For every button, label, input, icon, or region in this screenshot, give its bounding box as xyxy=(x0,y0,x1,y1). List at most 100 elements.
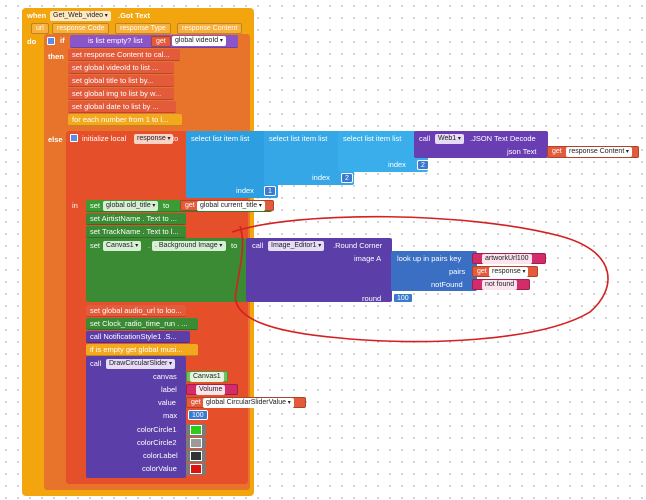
set-label-canvas: set xyxy=(90,241,101,250)
select-list-item-1-label: select list item list xyxy=(191,134,250,143)
else-label: else xyxy=(48,135,63,144)
set-track-name-label: set TrackName . Text to l... xyxy=(90,227,179,236)
then-row-0-label: set response Content to cal... xyxy=(72,50,170,59)
then-row-3-label: set global img to list by w... xyxy=(72,89,162,98)
current-title-dropdown[interactable]: global current_title xyxy=(197,201,265,211)
color-label-label: colorLabel xyxy=(143,451,178,460)
event-name: .Got Text xyxy=(118,11,150,20)
color-value-swatch[interactable] xyxy=(190,464,202,474)
if-is-empty-label: if is empty get global musi... xyxy=(90,345,183,354)
slider-value-dropdown[interactable]: global CircularSliderValue xyxy=(203,398,294,408)
web1-dropdown[interactable]: Web1 xyxy=(435,134,464,144)
canvas-component-value[interactable]: Canvas1 xyxy=(190,372,224,382)
get-label: get xyxy=(156,38,166,45)
index-value-3[interactable]: 2 xyxy=(417,160,429,170)
get-label-4: get xyxy=(477,268,487,275)
notfound-string-value[interactable]: not found xyxy=(482,280,518,290)
label-string-value[interactable]: Volume xyxy=(196,385,226,395)
select-list-item-2-label: select list item list xyxy=(269,134,328,143)
color-circle1-swatch[interactable] xyxy=(190,425,202,435)
json-decode-method: .JSON Text Decode xyxy=(470,134,536,143)
then-row-4-label: set global date to list by ... xyxy=(72,102,159,111)
json-text-label: json Text xyxy=(507,147,537,156)
canvas-param-label: canvas xyxy=(153,372,177,381)
get-label-2: get xyxy=(552,148,562,155)
key-string-value[interactable]: artworkUrl100 xyxy=(482,254,532,264)
set-artist-name-label: set AirtistName . Text to ... xyxy=(90,214,177,223)
lookup-label: look up in pairs key xyxy=(397,254,462,263)
is-list-empty-label: is list empty? list xyxy=(88,36,143,45)
then-row-5[interactable]: for each number from 1 to l... xyxy=(68,114,182,126)
param-response-type[interactable]: response Type xyxy=(115,23,171,34)
set-audio-url-label: set global audio_url to loo... xyxy=(90,306,182,315)
then-row-0[interactable]: set response Content to cal... xyxy=(68,49,180,61)
param-response-content[interactable]: response Content xyxy=(177,23,243,34)
set-clock-radio-block[interactable]: set Clock_radio_time_run . ... xyxy=(86,318,198,330)
then-row-2-label: set global title to list by... xyxy=(72,76,154,85)
index-value-1[interactable]: 1 xyxy=(264,186,276,196)
param-url[interactable]: url xyxy=(31,23,49,34)
max-value[interactable]: 100 xyxy=(188,410,208,420)
round-label: round xyxy=(362,294,382,303)
round-value[interactable]: 100 xyxy=(393,293,413,303)
initialize-local-label: initialize local xyxy=(82,134,127,143)
call-label: call xyxy=(419,134,431,143)
in-label: in xyxy=(72,201,78,210)
then-label: then xyxy=(48,52,64,61)
round-corner-method: .Round Corner xyxy=(333,241,383,250)
background-image-dropdown[interactable]: . Background Image xyxy=(152,241,226,251)
response-dropdown[interactable]: response xyxy=(489,267,529,277)
max-param-label: max xyxy=(163,411,178,420)
local-gear-icon[interactable] xyxy=(70,134,78,142)
set-artist-name-block[interactable]: set AirtistName . Text to ... xyxy=(86,213,186,225)
color-value-label: colorValue xyxy=(142,464,177,473)
get-var-block[interactable]: get xyxy=(151,36,171,47)
color-label-swatch[interactable] xyxy=(190,451,202,461)
to-label-3: to xyxy=(231,241,238,250)
label-param-label: label xyxy=(161,385,177,394)
index-label-1: index xyxy=(236,186,254,195)
then-row-1[interactable]: set global videoId to list ... xyxy=(68,62,174,74)
color-circle1-label: colorCircle1 xyxy=(137,425,177,434)
global-videoid-dropdown[interactable]: global videoId xyxy=(172,36,226,46)
value-param-label: value xyxy=(158,398,176,407)
event-component-dropdown[interactable]: Get_Web_video xyxy=(50,11,111,21)
set-clock-radio-label: set Clock_radio_time_run . ... xyxy=(90,319,188,328)
if-gear-icon[interactable] xyxy=(47,37,55,45)
if-label: if xyxy=(60,36,65,45)
old-title-dropdown[interactable]: global old_title xyxy=(103,201,159,211)
bg-image-text: . Background Image xyxy=(155,242,218,249)
index-label-2: index xyxy=(312,173,330,182)
call-notification-block[interactable]: call NotificationStyle1 .S... xyxy=(86,331,190,343)
color-circle2-swatch[interactable] xyxy=(190,438,202,448)
param-response-code[interactable]: response Code xyxy=(52,23,110,34)
set-audio-url-block[interactable]: set global audio_url to loo... xyxy=(86,305,186,317)
set-label: set xyxy=(90,201,101,210)
then-row-4[interactable]: set global date to list by ... xyxy=(68,101,176,113)
call-label-3: call xyxy=(90,359,102,368)
when-label: when xyxy=(27,11,47,20)
set-track-name-block[interactable]: set TrackName . Text to l... xyxy=(86,226,186,238)
image-editor-dropdown[interactable]: Image_Editor1 xyxy=(268,241,325,251)
index-label-3: index xyxy=(388,160,406,169)
notfound-label: notFound xyxy=(431,280,463,289)
index-value-2[interactable]: 2 xyxy=(341,173,353,183)
then-row-3[interactable]: set global img to list by w... xyxy=(68,88,174,100)
image-a-label: image A xyxy=(354,254,382,263)
do-label: do xyxy=(27,37,37,46)
get-label-5: get xyxy=(191,399,201,406)
response-content-dropdown[interactable]: response Content xyxy=(566,147,632,157)
call-notification-label: call NotificationStyle1 .S... xyxy=(90,332,177,341)
if-is-empty-block[interactable]: if is empty get global musi... xyxy=(86,344,198,356)
local-var-field[interactable]: response xyxy=(134,134,174,144)
then-row-1-label: set global videoId to list ... xyxy=(72,63,159,72)
get-label-3: get xyxy=(185,202,195,209)
canvas1-dropdown[interactable]: Canvas1 xyxy=(103,241,142,251)
then-row-5-label: for each number from 1 to l... xyxy=(72,115,169,124)
to-label-2: to xyxy=(163,201,170,210)
draw-circular-slider-dropdown[interactable]: DrawCircularSlider xyxy=(106,359,176,369)
call-label-2: call xyxy=(252,241,264,250)
then-row-2[interactable]: set global title to list by... xyxy=(68,75,174,87)
pairs-label: pairs xyxy=(449,267,466,276)
color-circle2-label: colorCircle2 xyxy=(137,438,177,447)
